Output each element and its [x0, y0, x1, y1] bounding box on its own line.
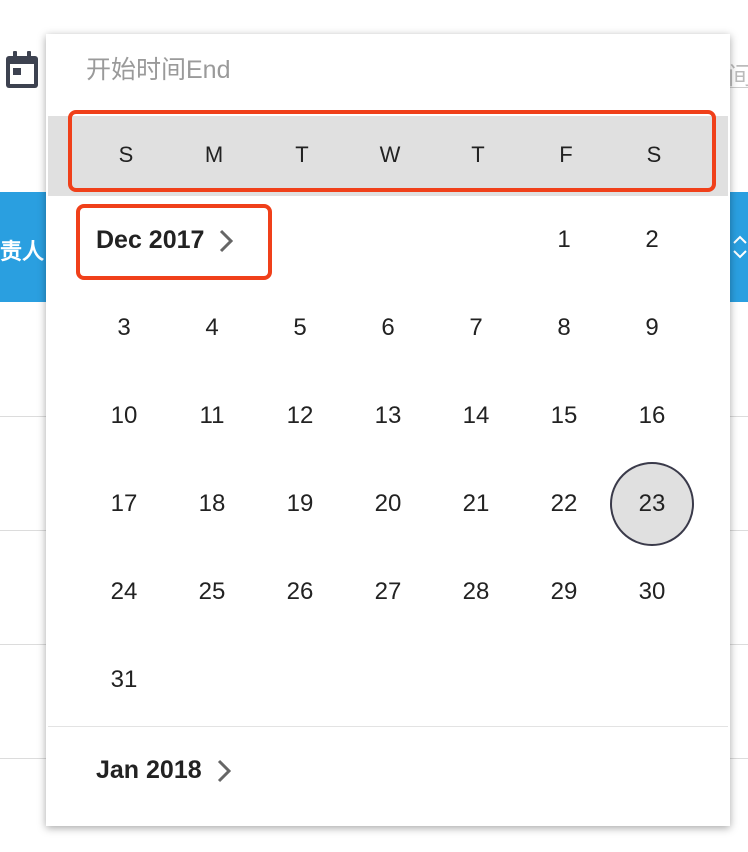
day-cell[interactable]: 5 [258, 286, 342, 370]
day-cell[interactable]: 26 [258, 550, 342, 634]
table-row-divider [728, 530, 748, 531]
day-cell[interactable]: 17 [82, 462, 166, 546]
day-cell[interactable]: 16 [610, 374, 694, 458]
day-cell[interactable]: 20 [346, 462, 430, 546]
weekday-header: S M T W T F S [48, 116, 728, 196]
day-cell-selected[interactable]: 23 [610, 462, 694, 546]
month-label-jan-2018[interactable]: Jan 2018 [96, 756, 232, 785]
weekday-fri: F [559, 142, 573, 167]
month-label-dec-2017[interactable]: Dec 2017 [96, 226, 234, 255]
day-cell[interactable]: 24 [82, 550, 166, 634]
weekday-tue: T [295, 142, 309, 167]
day-cell[interactable]: 3 [82, 286, 166, 370]
table-row-divider [728, 416, 748, 417]
table-row-divider [0, 644, 48, 645]
weekday-mon: M [204, 142, 224, 167]
day-cell[interactable]: 12 [258, 374, 342, 458]
day-cell[interactable]: 9 [610, 286, 694, 370]
day-cell[interactable]: 4 [170, 286, 254, 370]
day-cell[interactable]: 15 [522, 374, 606, 458]
day-cell[interactable]: 19 [258, 462, 342, 546]
month-label-text: Dec 2017 [96, 226, 205, 254]
weekday-sun: S [118, 142, 134, 167]
day-cell[interactable]: 28 [434, 550, 518, 634]
day-cell[interactable]: 14 [434, 374, 518, 458]
column-header-owner[interactable]: 责人 [0, 234, 46, 266]
day-cell[interactable]: 25 [170, 550, 254, 634]
table-row-divider [0, 758, 48, 759]
day-cell[interactable]: 21 [434, 462, 518, 546]
calendar-icon[interactable] [4, 50, 40, 90]
end-date-placeholder: 间 [728, 56, 748, 87]
day-cell[interactable]: 8 [522, 286, 606, 370]
date-picker-popup: 开始时间End S M T W T F S Dec 2017 123456789… [46, 34, 730, 826]
start-date-input[interactable]: 开始时间End [86, 50, 686, 90]
chevron-right-icon [220, 229, 234, 252]
day-cell[interactable]: 11 [170, 374, 254, 458]
month-label-text: Jan 2018 [96, 756, 202, 784]
day-cell[interactable]: 29 [522, 550, 606, 634]
day-cell[interactable]: 1 [522, 198, 606, 282]
day-cell[interactable]: 22 [522, 462, 606, 546]
day-cell[interactable]: 18 [170, 462, 254, 546]
day-cell[interactable]: 13 [346, 374, 430, 458]
weekday-sat: S [646, 142, 662, 167]
sort-icon[interactable] [730, 232, 748, 262]
day-cell[interactable]: 2 [610, 198, 694, 282]
table-row-divider [728, 644, 748, 645]
day-cell[interactable]: 6 [346, 286, 430, 370]
table-row-divider [728, 758, 748, 759]
weekday-thu: T [471, 142, 485, 167]
day-cell[interactable]: 7 [434, 286, 518, 370]
month-divider [48, 726, 728, 727]
day-cell[interactable]: 31 [82, 638, 166, 722]
day-cell[interactable]: 27 [346, 550, 430, 634]
weekday-wed: W [379, 142, 401, 167]
day-cell[interactable]: 30 [610, 550, 694, 634]
table-row-divider [0, 416, 48, 417]
table-row-divider [0, 530, 48, 531]
day-cell[interactable]: 10 [82, 374, 166, 458]
chevron-right-icon [217, 759, 231, 782]
